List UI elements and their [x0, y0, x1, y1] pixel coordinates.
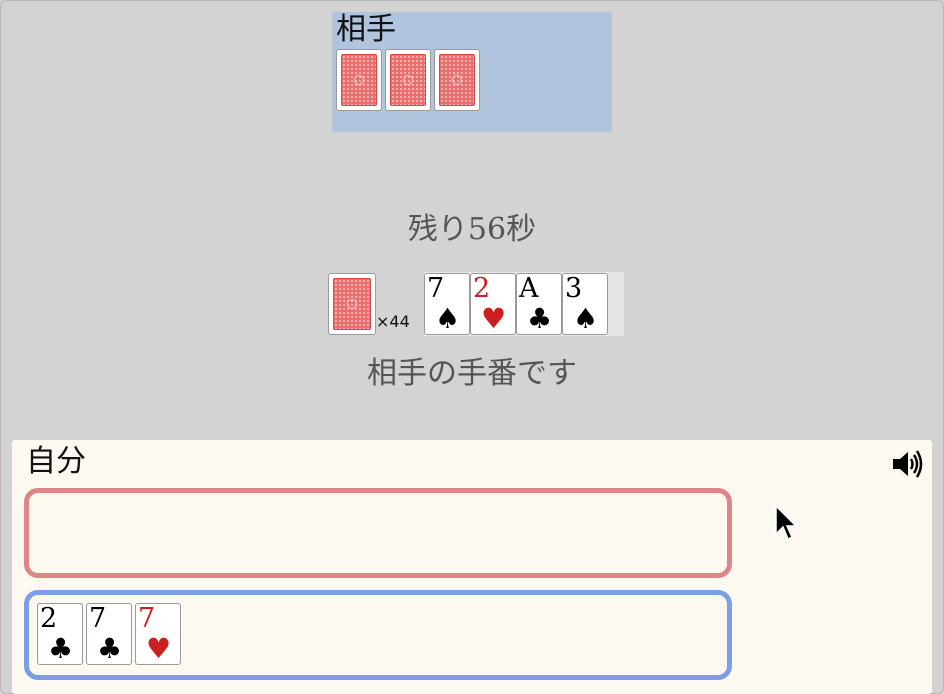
- playing-card: 7 ♠: [424, 273, 470, 335]
- play-zone[interactable]: [24, 488, 732, 578]
- card-suit: ♠: [573, 302, 599, 335]
- card-rank: 3: [565, 273, 583, 304]
- card-suit: ♥: [146, 632, 172, 665]
- draw-pile[interactable]: [328, 273, 376, 335]
- playing-card[interactable]: 2 ♣: [37, 603, 83, 665]
- self-panel: 自分 2 ♣ 7 ♣ 7 ♥: [12, 440, 932, 694]
- deck-count: ×44: [376, 312, 410, 331]
- card-rank: 7: [89, 603, 107, 634]
- card-suit: ♣: [527, 302, 553, 335]
- timer-text: 残り56秒: [407, 212, 537, 247]
- hand-zone: 2 ♣ 7 ♣ 7 ♥: [24, 590, 732, 680]
- card-rank: 7: [138, 603, 156, 634]
- card-back: [434, 49, 480, 111]
- card-back: [385, 49, 431, 111]
- card-rank: A: [519, 273, 539, 304]
- card-suit: ♣: [97, 632, 123, 665]
- card-suit: ♣: [48, 632, 74, 665]
- self-hand: 2 ♣ 7 ♣ 7 ♥: [37, 603, 181, 665]
- playing-card[interactable]: 7 ♥: [135, 603, 181, 665]
- speaker-volume-icon[interactable]: [890, 448, 924, 480]
- card-rank: 2: [473, 273, 491, 304]
- field-area: 7 ♠ 2 ♥ A ♣ 3 ♠: [424, 272, 624, 336]
- playing-card: A ♣: [516, 273, 562, 335]
- card-back: [328, 273, 376, 335]
- mouse-cursor-icon: [775, 504, 798, 541]
- card-back: [336, 49, 382, 111]
- opponent-hand: [336, 49, 480, 111]
- card-rank: 7: [427, 273, 445, 304]
- field-cards: 7 ♠ 2 ♥ A ♣ 3 ♠: [424, 273, 608, 335]
- playing-card[interactable]: 7 ♣: [86, 603, 132, 665]
- playing-card: 3 ♠: [562, 273, 608, 335]
- turn-status: 相手の手番です: [367, 356, 577, 391]
- card-rank: 2: [40, 603, 58, 634]
- opponent-label: 相手: [336, 12, 396, 47]
- playing-card: 2 ♥: [470, 273, 516, 335]
- self-label: 自分: [26, 444, 86, 479]
- card-suit: ♠: [435, 302, 461, 335]
- opponent-area: 相手: [332, 12, 612, 132]
- card-suit: ♥: [481, 302, 507, 335]
